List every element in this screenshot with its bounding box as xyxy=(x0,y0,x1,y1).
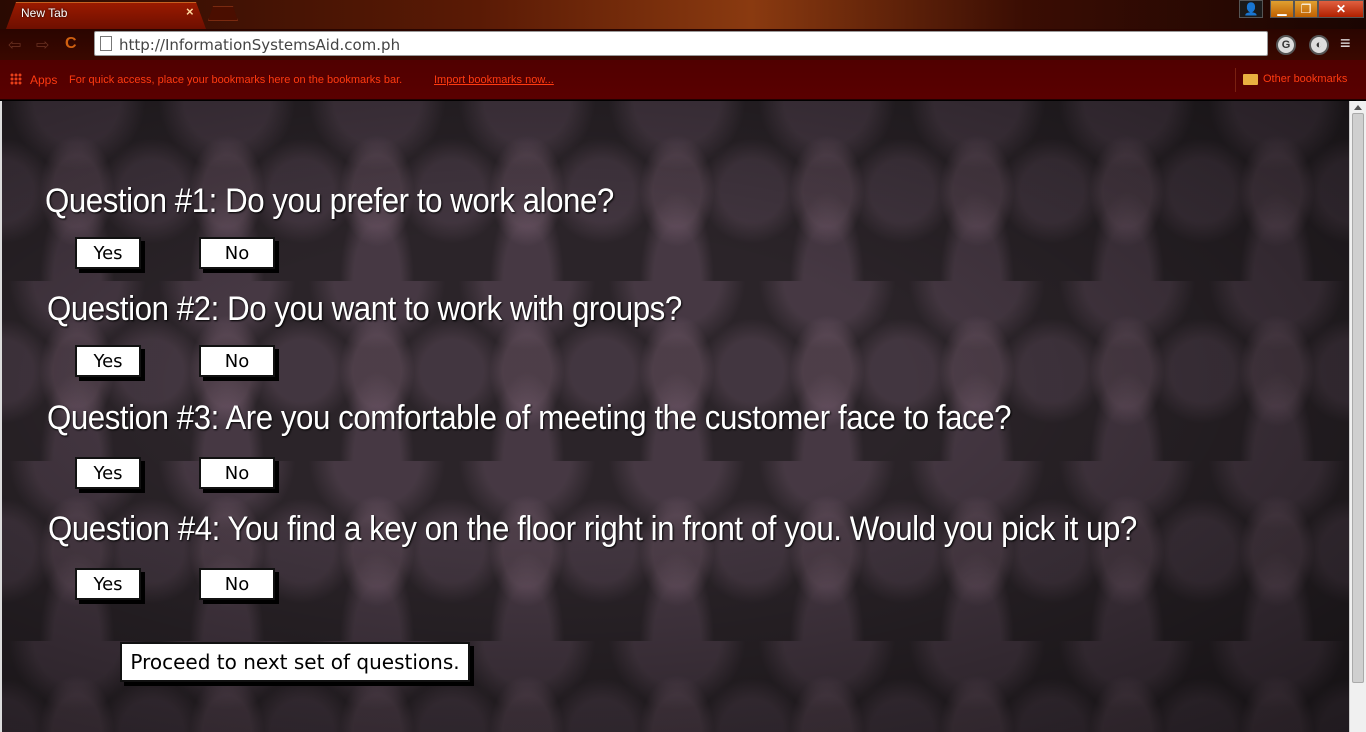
apps-grid-icon[interactable] xyxy=(10,73,22,85)
browser-toolbar: ⇦ ⇨ C http://InformationSystemsAid.com.p… xyxy=(0,29,1366,60)
question-4-no-button[interactable]: No xyxy=(199,568,275,600)
question-1-yes-button[interactable]: Yes xyxy=(75,237,141,269)
bookmarks-hint: For quick access, place your bookmarks h… xyxy=(69,74,403,86)
question-3-text: Question #3: Are you comfortable of meet… xyxy=(47,399,1012,437)
address-bar[interactable]: http://InformationSystemsAid.com.ph xyxy=(94,31,1268,56)
minimize-button[interactable]: ▁ xyxy=(1270,0,1294,18)
folder-icon xyxy=(1243,74,1258,85)
question-2-no-button[interactable]: No xyxy=(199,345,275,377)
question-4-yes-button[interactable]: Yes xyxy=(75,568,141,600)
question-1-no-button[interactable]: No xyxy=(199,237,275,269)
maximize-button[interactable]: ❐ xyxy=(1294,0,1318,18)
proceed-button[interactable]: Proceed to next set of questions. xyxy=(120,642,470,682)
scroll-up-arrow-icon[interactable] xyxy=(1354,105,1362,110)
scroll-thumb[interactable] xyxy=(1352,113,1364,683)
bookmarks-divider xyxy=(1235,68,1236,92)
tab-title: New Tab xyxy=(21,6,68,20)
question-3-no-button[interactable]: No xyxy=(199,457,275,489)
vertical-scrollbar[interactable] xyxy=(1349,101,1366,732)
other-bookmarks-link[interactable]: Other bookmarks xyxy=(1263,73,1347,85)
chrome-menu-icon[interactable]: ≡ xyxy=(1340,33,1351,54)
close-window-button[interactable]: ✕ xyxy=(1318,0,1364,18)
url-text[interactable]: http://InformationSystemsAid.com.ph xyxy=(119,36,400,54)
import-bookmarks-link[interactable]: Import bookmarks now... xyxy=(434,74,554,86)
question-3-yes-button[interactable]: Yes xyxy=(75,457,141,489)
question-2-text: Question #2: Do you want to work with gr… xyxy=(47,290,682,328)
title-bar: New Tab × 👤 ▁ ❐ ✕ xyxy=(0,0,1366,29)
question-2-yes-button[interactable]: Yes xyxy=(75,345,141,377)
new-tab-button[interactable] xyxy=(208,6,238,21)
apps-link[interactable]: Apps xyxy=(30,73,57,87)
tab-close-icon[interactable]: × xyxy=(186,4,194,19)
page-icon xyxy=(100,36,112,51)
extension-icon[interactable]: G xyxy=(1276,35,1296,55)
reload-icon[interactable]: C xyxy=(65,35,77,53)
profile-icon[interactable]: 👤 xyxy=(1239,0,1263,18)
forward-arrow-icon[interactable]: ⇨ xyxy=(36,35,49,55)
question-4-text: Question #4: You find a key on the floor… xyxy=(48,510,1137,548)
back-arrow-icon[interactable]: ⇦ xyxy=(8,35,21,55)
question-1-text: Question #1: Do you prefer to work alone… xyxy=(45,182,614,220)
bookmarks-bar: Apps For quick access, place your bookma… xyxy=(0,60,1366,100)
shield-extension-icon[interactable]: ◐ xyxy=(1309,35,1329,55)
